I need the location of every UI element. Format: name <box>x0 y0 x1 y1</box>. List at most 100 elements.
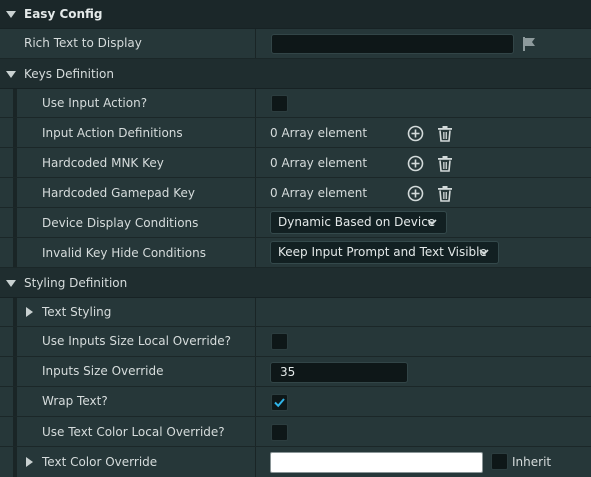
name-cell: Device Display Conditions <box>0 208 256 237</box>
value-cell: Keep Input Prompt and Text Visible <box>257 238 591 267</box>
plus-circle-icon[interactable] <box>407 155 424 175</box>
row-input-action-definitions: Input Action Definitions 0 Array element <box>0 118 591 148</box>
property-label: Input Action Definitions <box>42 126 183 140</box>
value-cell <box>257 89 591 117</box>
use-inputs-size-override-checkbox[interactable] <box>271 333 288 350</box>
array-count: 0 Array element <box>270 126 368 140</box>
checkmark-icon <box>274 398 285 408</box>
indent-bar <box>13 417 17 446</box>
chevron-right-icon[interactable] <box>26 307 33 317</box>
inherit-label: Inherit <box>512 455 552 469</box>
section-keys-definition[interactable]: Keys Definition <box>0 59 591 89</box>
name-cell: Hardcoded MNK Key <box>0 148 256 177</box>
dropdown-value: Keep Input Prompt and Text Visible <box>278 245 487 259</box>
row-wrap-text: Wrap Text? <box>0 387 591 417</box>
value-cell <box>257 29 591 58</box>
row-rich-text: Rich Text to Display <box>0 29 591 59</box>
chevron-down-icon[interactable] <box>6 71 16 78</box>
row-invalid-key-hide-conditions: Invalid Key Hide Conditions Keep Input P… <box>0 238 591 268</box>
row-hardcoded-mnk-key: Hardcoded MNK Key 0 Array element <box>0 148 591 178</box>
text-color-swatch[interactable] <box>270 452 483 473</box>
plus-circle-icon[interactable] <box>407 125 424 145</box>
name-cell: Text Styling <box>0 298 256 326</box>
value-cell: 0 Array element <box>257 148 591 177</box>
flag-icon[interactable] <box>521 36 537 55</box>
array-count: 0 Array element <box>270 156 368 170</box>
row-inputs-size-override: Inputs Size Override 35 <box>0 357 591 387</box>
inherit-checkbox[interactable] <box>491 453 508 470</box>
indent-bar <box>13 327 17 356</box>
row-use-text-color-override: Use Text Color Local Override? <box>0 417 591 447</box>
property-label: Wrap Text? <box>42 394 108 408</box>
name-cell: Input Action Definitions <box>0 118 256 147</box>
dropdown-value: Dynamic Based on Device <box>278 215 436 229</box>
row-device-display-conditions: Device Display Conditions Dynamic Based … <box>0 208 591 238</box>
trash-icon[interactable] <box>437 125 453 145</box>
name-cell: Text Color Override <box>0 447 256 477</box>
chevron-down-icon[interactable] <box>6 280 16 287</box>
section-styling-definition[interactable]: Styling Definition <box>0 268 591 298</box>
name-cell: Invalid Key Hide Conditions <box>0 238 256 267</box>
indent-bar <box>13 357 17 386</box>
value-cell: Dynamic Based on Device <box>257 208 591 237</box>
property-label: Use Input Action? <box>42 96 148 110</box>
property-label: Hardcoded MNK Key <box>42 156 164 170</box>
rich-text-input[interactable] <box>271 34 514 54</box>
section-title: Styling Definition <box>24 276 128 290</box>
indent-bar <box>13 148 17 177</box>
wrap-text-checkbox[interactable] <box>271 394 288 411</box>
plus-circle-icon[interactable] <box>407 185 424 205</box>
property-label: Device Display Conditions <box>42 216 199 230</box>
value-cell: Inherit <box>257 447 591 477</box>
chevron-down-icon <box>426 212 438 240</box>
property-label: Hardcoded Gamepad Key <box>42 186 195 200</box>
invalid-key-hide-dropdown[interactable]: Keep Input Prompt and Text Visible <box>270 241 499 264</box>
property-label: Text Styling <box>42 305 112 319</box>
use-text-color-override-checkbox[interactable] <box>271 424 288 441</box>
chevron-down-icon[interactable] <box>6 11 16 18</box>
indent-bar <box>13 298 17 326</box>
row-text-color-override: Text Color Override Inherit <box>0 447 591 477</box>
device-display-dropdown[interactable]: Dynamic Based on Device <box>270 211 447 234</box>
property-label: Text Color Override <box>42 455 158 469</box>
property-label: Inputs Size Override <box>42 364 164 378</box>
section-title: Keys Definition <box>24 67 114 81</box>
value-cell <box>257 327 591 356</box>
row-hardcoded-gamepad-key: Hardcoded Gamepad Key 0 Array element <box>0 178 591 208</box>
chevron-right-icon[interactable] <box>26 457 33 467</box>
value-cell: 35 <box>257 357 591 386</box>
array-count: 0 Array element <box>270 186 368 200</box>
property-label: Rich Text to Display <box>24 36 142 50</box>
property-label: Use Text Color Local Override? <box>42 425 225 439</box>
row-use-inputs-size-override: Use Inputs Size Local Override? <box>0 327 591 357</box>
inputs-size-override-input[interactable]: 35 <box>270 362 408 383</box>
row-text-styling[interactable]: Text Styling <box>0 298 591 327</box>
name-cell: Wrap Text? <box>0 387 256 416</box>
value-cell <box>257 417 591 446</box>
details-panel: Easy Config Rich Text to Display Keys De… <box>0 0 591 477</box>
trash-icon[interactable] <box>437 155 453 175</box>
name-cell: Hardcoded Gamepad Key <box>0 178 256 207</box>
name-cell: Use Input Action? <box>0 89 256 117</box>
name-cell: Use Inputs Size Local Override? <box>0 327 256 356</box>
name-cell: Use Text Color Local Override? <box>0 417 256 446</box>
value-cell <box>257 298 591 326</box>
indent-bar <box>13 89 17 117</box>
value-cell <box>257 387 591 416</box>
section-title: Easy Config <box>24 7 103 21</box>
row-use-input-action: Use Input Action? <box>0 89 591 118</box>
indent-bar <box>13 178 17 207</box>
name-cell: Rich Text to Display <box>0 29 256 58</box>
chevron-down-icon <box>478 242 490 270</box>
indent-bar <box>13 118 17 147</box>
property-label: Invalid Key Hide Conditions <box>42 246 206 260</box>
indent-bar <box>13 387 17 416</box>
indent-bar <box>13 238 17 267</box>
indent-bar <box>13 447 17 477</box>
section-easy-config[interactable]: Easy Config <box>0 0 591 29</box>
use-input-action-checkbox[interactable] <box>271 95 288 112</box>
value-cell: 0 Array element <box>257 118 591 147</box>
name-cell: Inputs Size Override <box>0 357 256 386</box>
trash-icon[interactable] <box>437 185 453 205</box>
value-cell: 0 Array element <box>257 178 591 207</box>
